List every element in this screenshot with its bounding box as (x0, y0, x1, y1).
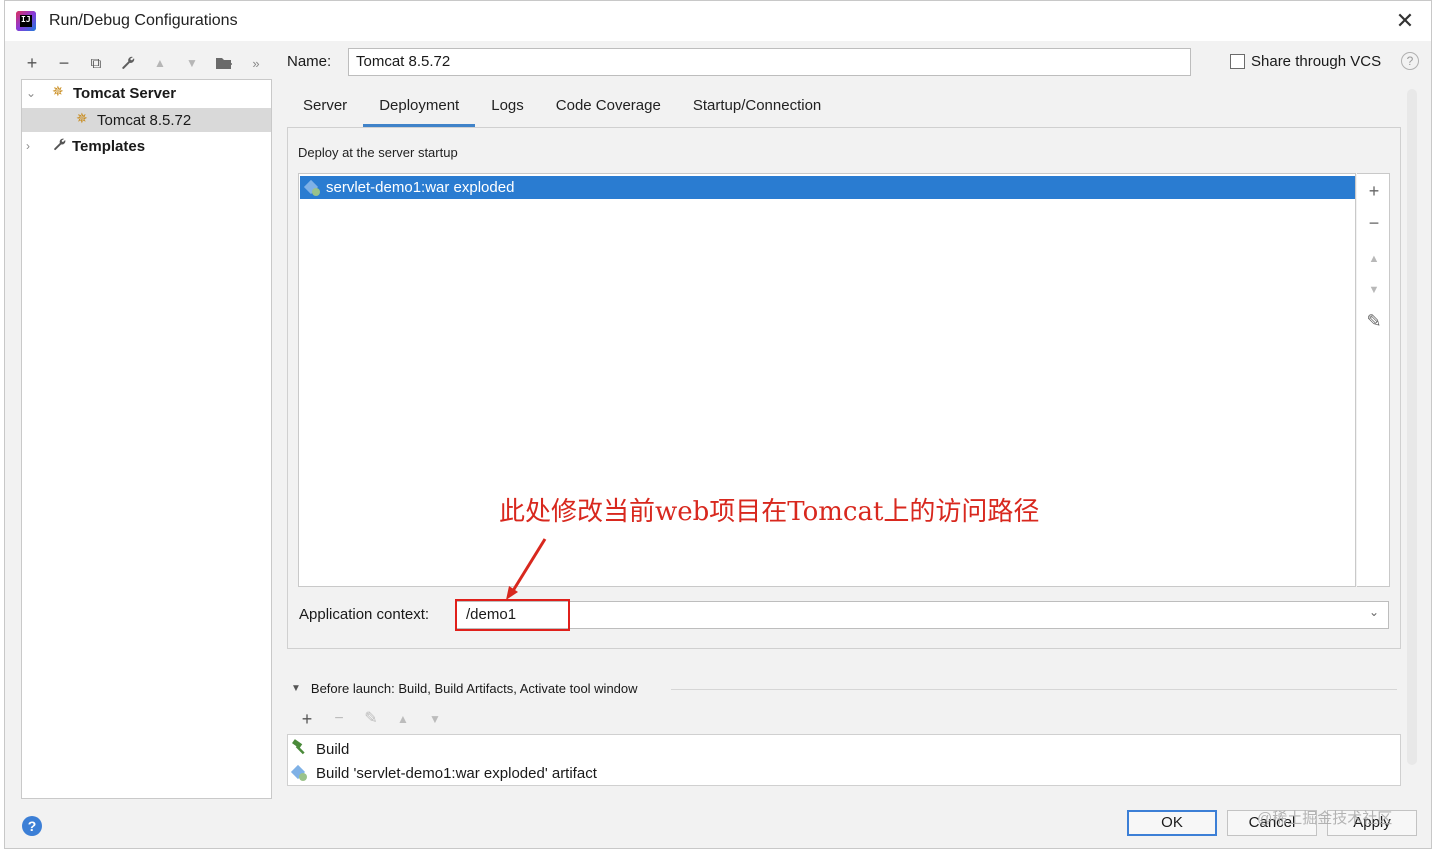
ok-button[interactable]: OK (1127, 810, 1217, 836)
share-vcs-label: Share through VCS (1251, 53, 1382, 70)
scrollbar[interactable] (1407, 89, 1417, 765)
add-artifact-button[interactable]: + (1365, 182, 1383, 200)
remove-config-button[interactable]: − (53, 52, 75, 74)
annotation-arrow (506, 538, 547, 600)
tab-server[interactable]: Server (287, 89, 363, 127)
tomcat-icon (52, 83, 70, 100)
title-bar: IJ Run/Debug Configurations ✕ (5, 1, 1431, 41)
move-up-icon[interactable]: ▲ (1365, 250, 1383, 268)
tomcat-icon (76, 110, 94, 127)
share-vcs-checkbox[interactable]: Share through VCS (1230, 53, 1381, 70)
tab-logs[interactable]: Logs (475, 89, 540, 127)
help-icon[interactable]: ? (1401, 52, 1419, 70)
name-label: Name: (287, 53, 332, 70)
tree-node-label: Templates (72, 137, 146, 155)
folder-icon[interactable] (213, 52, 235, 74)
tree-node-templates[interactable]: › Templates (22, 134, 271, 158)
config-tabs: Server Deployment Logs Code Coverage Sta… (287, 89, 837, 127)
watermark: @稀土掘金技术社区 (1257, 810, 1393, 827)
list-item[interactable]: Build (292, 737, 349, 761)
add-config-button[interactable]: + (21, 52, 43, 74)
copy-config-icon[interactable]: ⧉ (85, 52, 107, 74)
before-launch-toolbar: + − ✎ ▲ ▼ (297, 709, 445, 729)
tree-node-label: Tomcat 8.5.72 (97, 111, 192, 129)
move-up-icon[interactable]: ▲ (393, 709, 413, 729)
config-toolbar: + − ⧉ ▲ ▼ » (21, 51, 267, 75)
chevron-down-icon[interactable]: ⌄ (26, 86, 40, 100)
checkbox-box[interactable] (1230, 54, 1245, 69)
artifact-icon (292, 765, 308, 781)
tree-node-tomcat-8572[interactable]: Tomcat 8.5.72 (22, 108, 271, 132)
more-icon[interactable]: » (245, 52, 267, 74)
remove-task-button[interactable]: − (329, 709, 349, 729)
remove-artifact-button[interactable]: − (1365, 214, 1383, 232)
close-icon[interactable]: ✕ (1393, 9, 1417, 33)
list-item[interactable]: Build 'servlet-demo1:war exploded' artif… (292, 761, 597, 785)
window-title: Run/Debug Configurations (49, 12, 238, 29)
tab-deployment[interactable]: Deployment (363, 89, 476, 127)
add-task-button[interactable]: + (297, 709, 317, 729)
before-launch-title: Before launch: Build, Build Artifacts, A… (310, 681, 638, 696)
deploy-heading: Deploy at the server startup (298, 145, 458, 160)
deploy-item-label: servlet-demo1:war exploded (326, 179, 515, 196)
annotation-text: 此处修改当前web项目在Tomcat上的访问路径 (499, 497, 1040, 527)
list-item[interactable]: servlet-demo1:war exploded (300, 176, 1355, 199)
config-tree: ⌄ Tomcat Server Tomcat 8.5.72 › Template… (21, 79, 272, 799)
task-label: Build (316, 740, 350, 758)
chevron-down-icon[interactable]: ⌄ (1369, 605, 1379, 619)
run-debug-dialog: IJ Run/Debug Configurations ✕ + − ⧉ ▲ ▼ … (4, 0, 1432, 849)
tab-startup-connection[interactable]: Startup/Connection (677, 89, 837, 127)
move-up-icon[interactable]: ▲ (149, 52, 171, 74)
collapse-triangle-icon[interactable]: ▼ (291, 683, 301, 694)
wrench-icon (52, 137, 70, 156)
app-context-label: Application context: (299, 606, 430, 623)
name-field[interactable]: Tomcat 8.5.72 (348, 48, 1191, 76)
tree-node-label: Tomcat Server (73, 84, 177, 102)
before-launch-header[interactable]: ▼ Before launch: Build, Build Artifacts,… (291, 681, 638, 696)
intellij-app-icon: IJ (16, 11, 36, 31)
move-down-icon[interactable]: ▼ (425, 709, 445, 729)
annotation-highlight-box (455, 599, 570, 631)
move-down-icon[interactable]: ▼ (1365, 281, 1383, 299)
task-label: Build 'servlet-demo1:war exploded' artif… (316, 764, 597, 782)
before-launch-list: Build Build 'servlet-demo1:war exploded'… (287, 734, 1401, 786)
edit-icon[interactable]: ✎ (1365, 312, 1383, 330)
tree-node-tomcat-server[interactable]: ⌄ Tomcat Server (22, 81, 271, 105)
edit-task-icon[interactable]: ✎ (361, 709, 381, 729)
hammer-icon (292, 739, 310, 759)
chevron-right-icon[interactable]: › (26, 139, 40, 153)
move-down-icon[interactable]: ▼ (181, 52, 203, 74)
tab-code-coverage[interactable]: Code Coverage (540, 89, 677, 127)
artifact-icon (305, 180, 321, 196)
help-icon[interactable]: ? (22, 816, 42, 836)
deploy-side-toolbar: + − ▲ ▼ ✎ (1357, 173, 1390, 587)
app-context-combobox[interactable] (456, 601, 1389, 629)
divider (671, 689, 1397, 690)
wrench-icon[interactable] (117, 52, 139, 74)
